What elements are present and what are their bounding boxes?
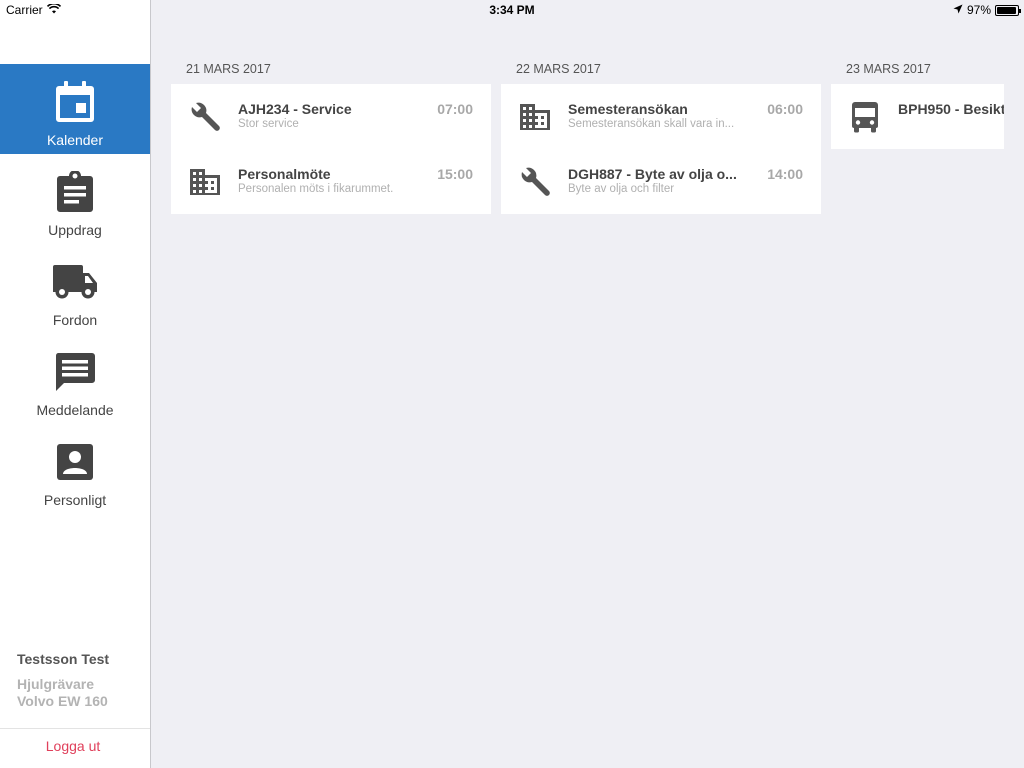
event-title: DGH887 - Byte av olja o...	[568, 166, 737, 182]
sidebar-item-label: Kalender	[46, 132, 104, 148]
battery-icon	[995, 4, 1021, 16]
sidebar-item-uppdrag[interactable]: Uppdrag	[0, 154, 150, 244]
day-date: 23 MARS 2017	[846, 62, 931, 76]
wrench-icon	[187, 99, 223, 135]
sidebar-item-label: Meddelande	[36, 402, 114, 418]
user-name: Testsson Test	[17, 651, 110, 667]
event-time: 06:00	[767, 101, 803, 117]
sidebar-nav: Kalender Uppdrag Fordon Meddelande Perso…	[0, 64, 150, 514]
event-item[interactable]: DGH887 - Byte av olja o... Byte av olja …	[501, 149, 821, 214]
sidebar-item-fordon[interactable]: Fordon	[0, 244, 150, 334]
clock: 3:34 PM	[489, 3, 535, 17]
calendar-icon	[51, 78, 99, 126]
day-date: 21 MARS 2017	[186, 62, 271, 76]
logout-button[interactable]: Logga ut	[0, 738, 146, 754]
event-item[interactable]: BPH950 - Besiktning	[831, 84, 1004, 149]
user-role: Hjulgrävare Volvo EW 160	[17, 676, 147, 710]
event-item[interactable]: Semesteransökan Semesteransökan skall va…	[501, 84, 821, 149]
wrench-icon	[517, 164, 553, 200]
user-info: Testsson Test Hjulgrävare Volvo EW 160	[17, 651, 147, 710]
sidebar-item-label: Personligt	[43, 492, 107, 508]
day-card: AJH234 - Service Stor service 07:00 Pers…	[171, 84, 491, 214]
bus-icon	[847, 99, 883, 135]
day-column: 22 MARS 2017 Semesteransökan Semesterans…	[501, 60, 821, 214]
sidebar-item-meddelande[interactable]: Meddelande	[0, 334, 150, 424]
day-column: 23 MARS 2017 BPH950 - Besiktning	[831, 60, 1004, 149]
event-subtitle: Semesteransökan skall vara in...	[568, 118, 735, 130]
event-time: 07:00	[437, 101, 473, 117]
sidebar-item-label: Uppdrag	[48, 222, 102, 238]
event-subtitle: Stor service	[238, 118, 299, 130]
event-title: Semesteransökan	[568, 101, 688, 117]
day-card: Semesteransökan Semesteransökan skall va…	[501, 84, 821, 214]
sidebar: Kalender Uppdrag Fordon Meddelande Perso…	[0, 0, 151, 768]
message-icon	[51, 348, 99, 396]
event-title: AJH234 - Service	[238, 101, 352, 117]
battery-percent: 97%	[966, 3, 991, 17]
event-time: 15:00	[437, 166, 473, 182]
sidebar-item-kalender[interactable]: Kalender	[0, 64, 150, 154]
day-column: 21 MARS 2017 AJH234 - Service Stor servi…	[171, 60, 491, 214]
event-item[interactable]: Personalmöte Personalen möts i fikarumme…	[171, 149, 491, 214]
day-card: BPH950 - Besiktning	[831, 84, 1004, 149]
battery-fill	[997, 6, 1017, 14]
status-bar: Carrier 3:34 PM 97%	[0, 0, 1024, 20]
sidebar-item-label: Fordon	[52, 312, 98, 328]
event-time: 14:00	[767, 166, 803, 182]
day-date: 22 MARS 2017	[516, 62, 601, 76]
event-title: Personalmöte	[238, 166, 331, 182]
event-subtitle: Byte av olja och filter	[568, 183, 675, 195]
truck-icon	[51, 258, 99, 306]
location-arrow-icon	[953, 3, 963, 17]
building-icon	[187, 164, 223, 200]
event-item[interactable]: AJH234 - Service Stor service 07:00	[171, 84, 491, 149]
divider	[0, 728, 150, 729]
clipboard-icon	[51, 168, 99, 216]
user-role-line1: Hjulgrävare	[17, 676, 95, 692]
sidebar-item-personligt[interactable]: Personligt	[0, 424, 150, 514]
user-role-line2: Volvo EW 160	[17, 693, 108, 709]
event-subtitle: Personalen möts i fikarummet.	[238, 183, 394, 195]
event-title: BPH950 - Besiktning	[898, 101, 1004, 117]
calendar-view[interactable]: 21 MARS 2017 AJH234 - Service Stor servi…	[151, 0, 1024, 768]
building-icon	[517, 99, 553, 135]
account-box-icon	[51, 438, 99, 486]
